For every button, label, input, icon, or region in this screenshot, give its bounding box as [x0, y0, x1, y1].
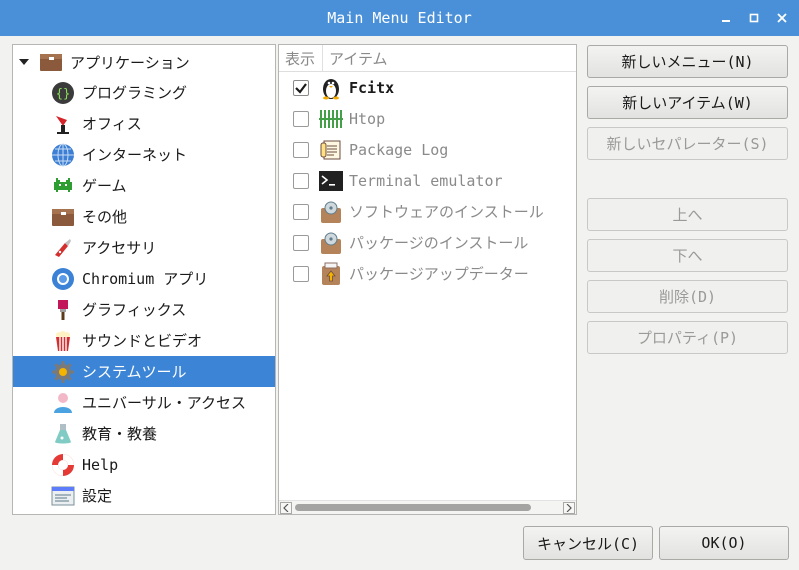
folder-icon — [50, 204, 76, 230]
show-checkbox[interactable] — [293, 79, 309, 96]
item-label: Fcitx — [349, 78, 395, 97]
items-list: 表示 アイテム Fcitx Htop Package Log Terminal … — [278, 44, 577, 515]
tree-item-internet[interactable]: インターネット — [13, 139, 275, 170]
tree-item-label: システムツール — [82, 363, 187, 381]
gear-icon — [50, 359, 76, 385]
maximize-icon[interactable] — [743, 7, 765, 29]
package-update-icon — [319, 262, 343, 286]
paint-brush-icon — [50, 297, 76, 323]
item-row-package-install[interactable]: パッケージのインストール — [279, 227, 576, 258]
minimize-icon[interactable] — [715, 7, 737, 29]
move-up-button[interactable]: 上へ — [587, 198, 788, 231]
tree-item-label: ゲーム — [82, 177, 127, 195]
tree-item-education[interactable]: 教育・教養 — [13, 418, 275, 449]
chromium-icon — [50, 266, 76, 292]
tree-item-label: ユニバーサル・アクセス — [82, 394, 246, 412]
log-document-icon — [319, 138, 343, 162]
show-checkbox[interactable] — [293, 141, 309, 158]
tree-item-settings[interactable]: 設定 — [13, 480, 275, 511]
tree-item-accessories[interactable]: アクセサリ — [13, 232, 275, 263]
popcorn-icon — [50, 328, 76, 354]
cancel-button[interactable]: キャンセル(C) — [523, 526, 653, 560]
tree-item-universal-access[interactable]: ユニバーサル・アクセス — [13, 387, 275, 418]
scroll-left-icon[interactable] — [280, 502, 292, 514]
delete-button[interactable]: 削除(D) — [587, 280, 788, 313]
tree-item-programming[interactable]: {} プログラミング — [13, 77, 275, 108]
lifebuoy-icon — [50, 452, 76, 478]
flask-icon — [50, 421, 76, 447]
tree-item-label: 設定 — [82, 487, 113, 505]
tree-item-label: インターネット — [82, 146, 188, 164]
tree-item-label: アクセサリ — [82, 239, 157, 257]
programming-icon: {} — [50, 80, 76, 106]
title-bar: Main Menu Editor — [0, 0, 799, 36]
show-checkbox[interactable] — [293, 172, 309, 189]
knife-icon — [50, 235, 76, 261]
move-down-button[interactable]: 下へ — [587, 239, 788, 272]
ok-button[interactable]: OK(O) — [659, 526, 789, 560]
globe-icon — [50, 142, 76, 168]
tree-item-label: オフィス — [82, 115, 142, 133]
tree-item-system-tools[interactable]: システムツール — [13, 356, 275, 387]
menu-tree: アプリケーション {} プログラミング オフィス インターネット ゲーム その他 — [12, 44, 276, 515]
settings-panel-icon — [50, 483, 76, 509]
accessibility-person-icon — [50, 390, 76, 416]
tree-item-graphics[interactable]: グラフィックス — [13, 294, 275, 325]
tree-item-label: その他 — [82, 208, 128, 226]
tree-item-help[interactable]: Help — [13, 449, 275, 480]
item-row-terminal[interactable]: Terminal emulator — [279, 165, 576, 196]
office-icon — [50, 111, 76, 137]
horizontal-scrollbar[interactable] — [279, 500, 576, 514]
tree-root-label: アプリケーション — [70, 53, 190, 72]
tree-item-label: グラフィックス — [82, 301, 187, 319]
item-label: パッケージアップデーター — [349, 265, 529, 283]
scroll-right-icon[interactable] — [563, 502, 575, 514]
tree-item-sound-video[interactable]: サウンドとビデオ — [13, 325, 275, 356]
penguin-icon — [319, 76, 343, 100]
item-row-fcitx[interactable]: Fcitx — [279, 72, 576, 103]
column-header-show[interactable]: 表示 — [279, 45, 323, 71]
tree-item-label: Help — [82, 455, 119, 474]
tree-item-label: プログラミング — [82, 84, 188, 102]
item-row-package-updater[interactable]: パッケージアップデーター — [279, 258, 576, 289]
show-checkbox[interactable] — [293, 234, 309, 251]
scrollbar-thumb[interactable] — [295, 504, 531, 511]
window-controls — [715, 0, 793, 36]
folder-icon — [38, 49, 64, 75]
terminal-icon — [319, 169, 343, 193]
column-header-item[interactable]: アイテム — [323, 48, 388, 69]
tree-root-applications[interactable]: アプリケーション — [13, 47, 275, 77]
game-invader-icon — [50, 173, 76, 199]
tree-item-other[interactable]: その他 — [13, 201, 275, 232]
item-row-package-log[interactable]: Package Log — [279, 134, 576, 165]
package-install-icon — [319, 200, 343, 224]
item-label: パッケージのインストール — [349, 234, 529, 252]
close-icon[interactable] — [771, 7, 793, 29]
show-checkbox[interactable] — [293, 110, 309, 127]
show-checkbox[interactable] — [293, 265, 309, 282]
tree-item-chromium-apps[interactable]: Chromium アプリ — [13, 263, 275, 294]
item-row-software-install[interactable]: ソフトウェアのインストール — [279, 196, 576, 227]
package-install-icon — [319, 231, 343, 255]
properties-button[interactable]: プロパティ(P) — [587, 321, 788, 354]
tree-item-label: サウンドとビデオ — [82, 332, 203, 350]
show-checkbox[interactable] — [293, 203, 309, 220]
new-item-button[interactable]: 新しいアイテム(W) — [587, 86, 788, 119]
tree-item-games[interactable]: ゲーム — [13, 170, 275, 201]
item-label: Htop — [349, 109, 386, 128]
tree-item-office[interactable]: オフィス — [13, 108, 275, 139]
tree-item-label: 教育・教養 — [82, 425, 158, 443]
window-title: Main Menu Editor — [327, 9, 472, 27]
items-header: 表示 アイテム — [279, 45, 576, 72]
new-menu-button[interactable]: 新しいメニュー(N) — [587, 45, 788, 78]
item-label: ソフトウェアのインストール — [349, 203, 544, 221]
new-separator-button[interactable]: 新しいセパレーター(S) — [587, 127, 788, 160]
htop-bars-icon — [319, 107, 343, 131]
item-row-htop[interactable]: Htop — [279, 103, 576, 134]
item-label: Terminal emulator — [349, 171, 503, 190]
expander-down-icon[interactable] — [18, 57, 34, 67]
item-label: Package Log — [349, 140, 449, 159]
svg-text:{}: {} — [56, 86, 70, 100]
tree-item-label: Chromium アプリ — [82, 270, 209, 288]
